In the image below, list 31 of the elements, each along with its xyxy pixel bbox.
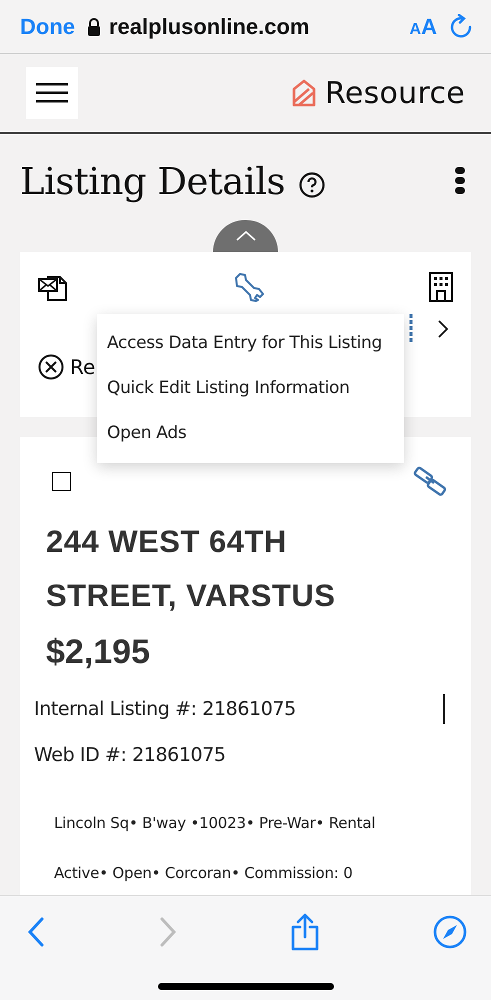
- close-circle-icon[interactable]: [38, 354, 64, 380]
- chevron-right-icon[interactable]: [437, 319, 449, 339]
- back-icon[interactable]: [26, 917, 46, 947]
- share-icon[interactable]: [289, 913, 322, 951]
- page-title: Listing Details: [20, 160, 286, 202]
- listing-price: $2,195: [46, 633, 151, 672]
- url-text[interactable]: realplusonline.com: [109, 14, 398, 40]
- listing-address: 244 WEST 64TH STREET, VARSTUS: [46, 523, 336, 615]
- hamburger-icon: [36, 82, 68, 104]
- lock-icon: [87, 18, 101, 36]
- listing-tags: Active• Open• Corcoran• Commission: 0: [54, 848, 457, 898]
- email-document-icon[interactable]: [38, 273, 68, 301]
- more-options-icon[interactable]: [455, 167, 465, 195]
- compass-icon[interactable]: [432, 915, 467, 949]
- chevron-up-icon: [234, 230, 256, 242]
- menu-button[interactable]: [26, 67, 78, 119]
- remove-label[interactable]: Re: [70, 355, 96, 379]
- house-logo-icon: [291, 78, 318, 108]
- internal-listing-number: Internal Listing #: 21861075: [34, 698, 296, 720]
- building-icon[interactable]: [429, 272, 453, 302]
- menu-item[interactable]: Quick Edit Listing Information: [97, 365, 404, 410]
- select-checkbox[interactable]: [52, 472, 71, 490]
- menu-item[interactable]: Open Ads: [97, 410, 404, 455]
- listing-tags: Lincoln Sq• B'way •10023• Pre-War• Rental: [54, 798, 457, 848]
- wrench-icon[interactable]: [232, 272, 264, 302]
- menu-item[interactable]: Access Data Entry for This Listing: [97, 320, 404, 365]
- reload-icon[interactable]: [449, 14, 473, 40]
- link-icon[interactable]: [413, 465, 447, 497]
- web-id: Web ID #: 21861075: [34, 744, 227, 766]
- help-icon[interactable]: [299, 172, 326, 198]
- logo-text: Resource: [325, 76, 465, 110]
